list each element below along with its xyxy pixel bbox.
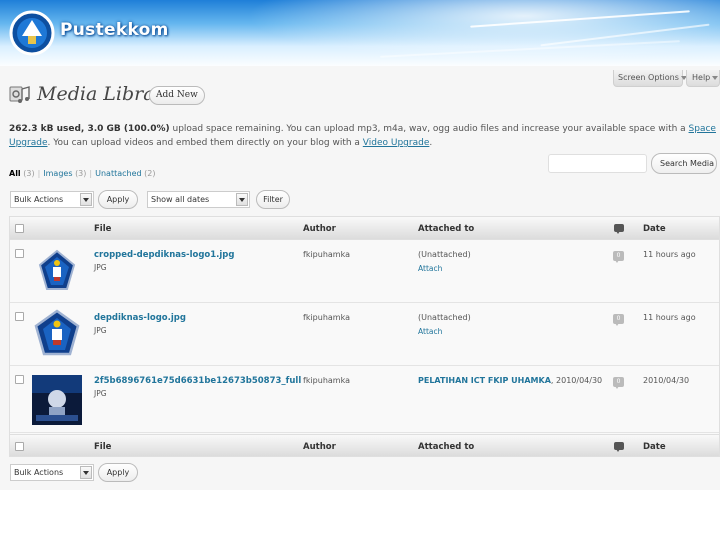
author-name: fkipuhamka <box>303 376 350 385</box>
file-name-link[interactable]: cropped-depdiknas-logo1.jpg <box>94 250 234 260</box>
filter-unattached[interactable]: Unattached <box>95 169 141 178</box>
filter-images-count: (3) <box>75 169 87 178</box>
file-name-link[interactable]: depdiknas-logo.jpg <box>94 313 186 323</box>
bulk-actions-value: Bulk Actions <box>14 468 64 477</box>
filter-all[interactable]: All <box>9 169 21 178</box>
table-footer: File Author Attached to Date <box>10 434 719 456</box>
column-file[interactable]: File <box>94 442 111 452</box>
media-filters: All (3) | Images (3) | Unattached (2) <box>9 169 155 178</box>
banner-glow <box>200 0 720 68</box>
author-name: fkipuhamka <box>303 250 350 259</box>
attached-post-date: , 2010/04/30 <box>550 376 603 385</box>
banner-title: Pustekkom <box>60 20 169 40</box>
filter-separator: | <box>89 169 93 178</box>
row-checkbox[interactable] <box>15 312 24 321</box>
bulk-actions-value: Bulk Actions <box>14 195 64 204</box>
event-photo-thumbnail[interactable] <box>32 375 82 425</box>
comments-column-icon[interactable] <box>614 442 624 452</box>
upload-date: 11 hours ago <box>643 250 696 259</box>
file-name-link[interactable]: 2f5b6896761e75d6631be12673b50873_full <box>94 376 301 386</box>
help-label: Help <box>692 73 711 82</box>
comment-count-bubble[interactable]: 0 <box>613 314 624 326</box>
attached-to: PELATIHAN ICT FKIP UHAMKA, 2010/04/30 <box>418 376 602 385</box>
screen-options-label: Screen Options <box>618 73 679 82</box>
apply-button[interactable]: Apply <box>98 190 138 209</box>
attach-link[interactable]: Attach <box>418 327 442 336</box>
select-all-checkbox[interactable] <box>15 224 24 233</box>
attached-post-link[interactable]: PELATIHAN ICT FKIP UHAMKA <box>418 376 551 385</box>
bulk-actions-select[interactable]: Bulk Actions <box>10 191 94 208</box>
table-row: cropped-depdiknas-logo1.jpg JPG fkipuham… <box>10 241 719 303</box>
column-attached[interactable]: Attached to <box>418 224 474 234</box>
file-type: JPG <box>94 263 107 272</box>
attached-to: (Unattached) <box>418 313 471 322</box>
space-used: 262.3 kB used, 3.0 GB (100.0%) <box>9 124 170 134</box>
select-all-checkbox[interactable] <box>15 442 24 451</box>
media-table: File Author Attached to Date cropped-dep… <box>9 216 720 457</box>
filter-button[interactable]: Filter <box>256 190 290 209</box>
help-tab[interactable]: Help <box>686 70 720 87</box>
comments-column-icon[interactable] <box>614 224 624 234</box>
column-date[interactable]: Date <box>643 442 666 452</box>
pustekkom-logo-icon <box>9 10 55 56</box>
chevron-down-icon <box>80 466 92 479</box>
table-header: File Author Attached to Date <box>10 217 719 240</box>
video-upgrade-link[interactable]: Video Upgrade <box>363 138 430 148</box>
dates-value: Show all dates <box>151 195 210 204</box>
filter-all-count: (3) <box>23 169 35 178</box>
media-library-icon <box>9 86 30 103</box>
table-row: depdiknas-logo.jpg JPG fkipuhamka (Unatt… <box>10 304 719 366</box>
column-author[interactable]: Author <box>303 224 336 234</box>
filter-images[interactable]: Images <box>43 169 72 178</box>
attached-to: (Unattached) <box>418 250 471 259</box>
space-text-2: . You can upload videos and embed them d… <box>47 138 363 148</box>
dates-select[interactable]: Show all dates <box>147 191 250 208</box>
column-date[interactable]: Date <box>643 224 666 234</box>
table-row: 2f5b6896761e75d6631be12673b50873_full JP… <box>10 367 719 433</box>
chevron-down-icon <box>712 75 719 80</box>
author-name: fkipuhamka <box>303 313 350 322</box>
depdiknas-logo-thumbnail[interactable] <box>32 245 82 295</box>
row-checkbox[interactable] <box>15 375 24 384</box>
search-media-input[interactable] <box>548 154 647 173</box>
banner: Pustekkom <box>0 0 720 68</box>
row-checkbox[interactable] <box>15 249 24 258</box>
media-library-screen: Screen Options Help Media Library Add Ne… <box>0 66 720 490</box>
depdiknas-logo-thumbnail[interactable] <box>32 308 82 358</box>
space-text-3: . <box>429 138 433 148</box>
column-attached[interactable]: Attached to <box>418 442 474 452</box>
column-author[interactable]: Author <box>303 442 336 452</box>
filter-unattached-count: (2) <box>144 169 156 178</box>
chevron-down-icon <box>80 193 92 206</box>
search-media-button[interactable]: Search Media <box>651 153 717 174</box>
chevron-down-icon <box>236 193 248 206</box>
apply-button-bottom[interactable]: Apply <box>98 463 138 482</box>
comment-count-bubble[interactable]: 0 <box>613 251 624 263</box>
upload-space-notice: 262.3 kB used, 3.0 GB (100.0%) upload sp… <box>9 122 720 150</box>
file-type: JPG <box>94 389 107 398</box>
screen-options-tab[interactable]: Screen Options <box>613 70 687 87</box>
filter-separator: | <box>37 169 41 178</box>
upload-date: 11 hours ago <box>643 313 696 322</box>
attach-link[interactable]: Attach <box>418 264 442 273</box>
upload-date: 2010/04/30 <box>643 376 690 385</box>
bulk-actions-select-bottom[interactable]: Bulk Actions <box>10 464 94 481</box>
column-file[interactable]: File <box>94 224 111 234</box>
comment-count-bubble[interactable]: 0 <box>613 377 624 389</box>
add-new-button[interactable]: Add New <box>149 86 205 105</box>
file-type: JPG <box>94 326 107 335</box>
space-text-1: upload space remaining. You can upload m… <box>169 124 689 134</box>
